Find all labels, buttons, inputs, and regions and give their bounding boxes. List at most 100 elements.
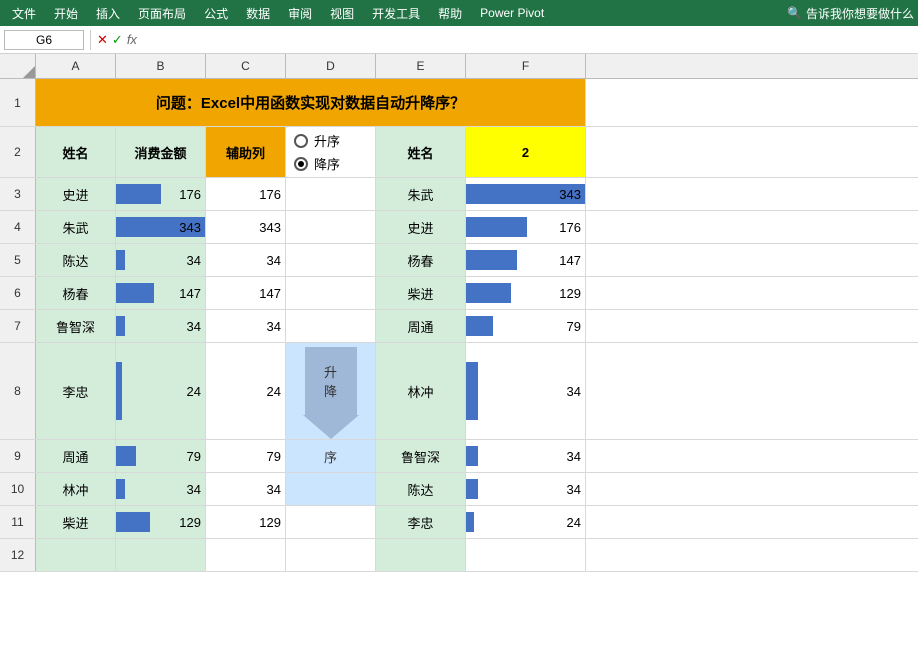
col-header-a[interactable]: A — [36, 54, 116, 78]
cell-4-a[interactable]: 朱武 — [36, 211, 116, 243]
menu-file[interactable]: 文件 — [4, 3, 44, 24]
fx-icon[interactable]: fx — [127, 32, 137, 48]
menu-insert[interactable]: 插入 — [88, 3, 128, 24]
cell-8-b[interactable]: 24 — [116, 343, 206, 439]
cell-8-f[interactable]: 34 — [466, 343, 586, 439]
cell-3-b[interactable]: 176 — [116, 178, 206, 210]
cell-12e[interactable] — [376, 539, 466, 571]
row-header-3[interactable]: 3 — [0, 178, 36, 210]
row-header-5[interactable]: 5 — [0, 244, 36, 276]
cell-9-c[interactable]: 79 — [206, 440, 286, 472]
cell-8-a[interactable]: 李忠 — [36, 343, 116, 439]
cell-11-a[interactable]: 柴进 — [36, 506, 116, 538]
col-header-f[interactable]: F — [466, 54, 586, 78]
cell-10-b[interactable]: 34 — [116, 473, 206, 505]
cell-7-a[interactable]: 鲁智深 — [36, 310, 116, 342]
row-header-7[interactable]: 7 — [0, 310, 36, 342]
cell-11-c[interactable]: 129 — [206, 506, 286, 538]
row-header-1[interactable]: 1 — [0, 79, 36, 126]
cell-11-b[interactable]: 129 — [116, 506, 206, 538]
cell-12b[interactable] — [116, 539, 206, 571]
cell-4-e[interactable]: 史进 — [376, 211, 466, 243]
menu-view[interactable]: 视图 — [322, 3, 362, 24]
row-header-2[interactable]: 2 — [0, 127, 36, 177]
cell-7-e[interactable]: 周通 — [376, 310, 466, 342]
row-header-6[interactable]: 6 — [0, 277, 36, 309]
cell-12a[interactable] — [36, 539, 116, 571]
cell-9-a[interactable]: 周通 — [36, 440, 116, 472]
cell-6-f[interactable]: 129 — [466, 277, 586, 309]
cell-5-c[interactable]: 34 — [206, 244, 286, 276]
cell-reference-input[interactable] — [4, 30, 84, 50]
confirm-icon[interactable]: ✓ — [112, 32, 123, 48]
cell-9-b[interactable]: 79 — [116, 440, 206, 472]
row-header-9[interactable]: 9 — [0, 440, 36, 472]
col-header-c[interactable]: C — [206, 54, 286, 78]
cell-10-e[interactable]: 陈达 — [376, 473, 466, 505]
corner-cell — [0, 54, 36, 78]
descending-radio[interactable]: 降序 — [294, 154, 340, 173]
cell-5-e[interactable]: 杨春 — [376, 244, 466, 276]
app-container: 文件 开始 插入 页面布局 公式 数据 审阅 视图 开发工具 帮助 Power … — [0, 0, 918, 572]
cell-3-c[interactable]: 176 — [206, 178, 286, 210]
cell-8-c[interactable]: 24 — [206, 343, 286, 439]
formula-input[interactable] — [141, 31, 914, 49]
menu-home[interactable]: 开始 — [46, 3, 86, 24]
cell-7-c[interactable]: 34 — [206, 310, 286, 342]
menu-developer[interactable]: 开发工具 — [364, 3, 428, 24]
col-header-e[interactable]: E — [376, 54, 466, 78]
col-header-b[interactable]: B — [116, 54, 206, 78]
cell-3-a[interactable]: 史进 — [36, 178, 116, 210]
cell-3-e[interactable]: 朱武 — [376, 178, 466, 210]
ascending-radio[interactable]: 升序 — [294, 131, 340, 150]
menu-formula[interactable]: 公式 — [196, 3, 236, 24]
descending-radio-circle[interactable] — [294, 157, 308, 171]
cell-5-f[interactable]: 147 — [466, 244, 586, 276]
cell-11-f[interactable]: 24 — [466, 506, 586, 538]
row-6: 6杨春147147柴进129 — [0, 277, 918, 310]
cell-8-d: 升降 — [286, 343, 376, 439]
col-header-d[interactable]: D — [286, 54, 376, 78]
menu-data[interactable]: 数据 — [238, 3, 278, 24]
cell-5-d — [286, 244, 376, 276]
cell-4-f[interactable]: 176 — [466, 211, 586, 243]
cell-12f[interactable] — [466, 539, 586, 571]
cell-6-b[interactable]: 147 — [116, 277, 206, 309]
cell-10-a[interactable]: 林冲 — [36, 473, 116, 505]
cell-12d[interactable] — [286, 539, 376, 571]
row-12: 12 — [0, 539, 918, 572]
title-cell: 问题：Excel中用函数实现对数据自动升降序？ — [36, 79, 586, 126]
row-header-10[interactable]: 10 — [0, 473, 36, 505]
cell-9-e[interactable]: 鲁智深 — [376, 440, 466, 472]
row-header-4[interactable]: 4 — [0, 211, 36, 243]
cell-10-f[interactable]: 34 — [466, 473, 586, 505]
cancel-icon[interactable]: ✕ — [97, 32, 108, 48]
cell-8-e[interactable]: 林冲 — [376, 343, 466, 439]
menu-page-layout[interactable]: 页面布局 — [130, 3, 194, 24]
help-search-text[interactable]: 告诉我你想要做什么 — [806, 5, 914, 22]
cell-5-a[interactable]: 陈达 — [36, 244, 116, 276]
cell-7-b[interactable]: 34 — [116, 310, 206, 342]
cell-6-a[interactable]: 杨春 — [36, 277, 116, 309]
menu-power-pivot[interactable]: Power Pivot — [472, 4, 552, 22]
header-name: 姓名 — [36, 127, 116, 177]
cell-12c[interactable] — [206, 539, 286, 571]
cell-11-e[interactable]: 李忠 — [376, 506, 466, 538]
menu-help[interactable]: 帮助 — [430, 3, 470, 24]
menu-review[interactable]: 审阅 — [280, 3, 320, 24]
cell-10-c[interactable]: 34 — [206, 473, 286, 505]
row-header-12[interactable]: 12 — [0, 539, 36, 571]
cell-4-b[interactable]: 343 — [116, 211, 206, 243]
cell-6-c[interactable]: 147 — [206, 277, 286, 309]
cell-6-e[interactable]: 柴进 — [376, 277, 466, 309]
row-header-11[interactable]: 11 — [0, 506, 36, 538]
cell-7-f[interactable]: 79 — [466, 310, 586, 342]
formula-separator — [90, 30, 91, 50]
cell-5-b[interactable]: 34 — [116, 244, 206, 276]
cell-4-c[interactable]: 343 — [206, 211, 286, 243]
cell-3-f[interactable]: 343 — [466, 178, 586, 210]
row-11: 11柴进129129李忠24 — [0, 506, 918, 539]
row-header-8[interactable]: 8 — [0, 343, 36, 439]
cell-9-f[interactable]: 34 — [466, 440, 586, 472]
ascending-radio-circle[interactable] — [294, 134, 308, 148]
